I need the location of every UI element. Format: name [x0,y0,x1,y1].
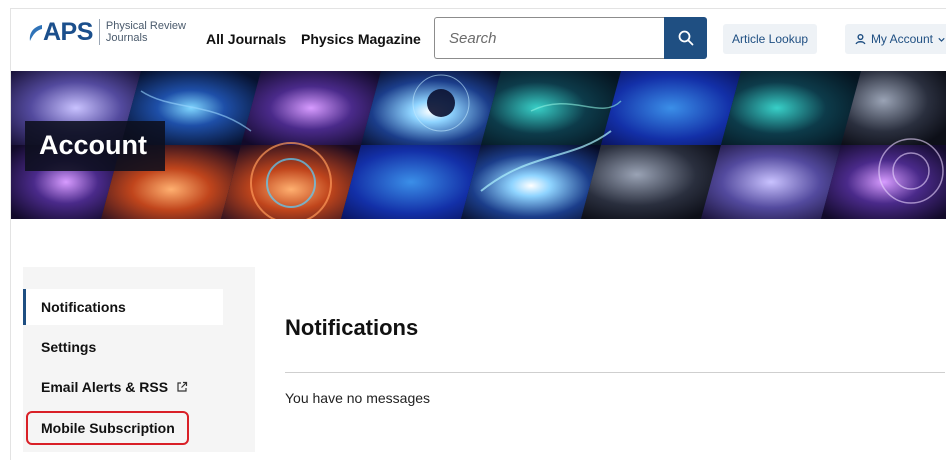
logo-swoosh-icon [29,25,42,41]
site-header: APS Physical Review Journals All Journal… [11,9,946,71]
section-title: Notifications [285,315,419,340]
logo-subtitle-line1: Physical Review [105,20,186,32]
my-account-label: My Account [870,32,933,46]
mobile-subscription-highlight [26,411,189,445]
user-icon [855,34,866,45]
empty-message: You have no messages [285,390,431,406]
sidebar-item-notifications[interactable]: Notifications [23,289,223,325]
page-title: Account [39,130,147,160]
sidebar-item-label: Email Alerts & RSS [41,379,169,395]
logo-text: APS [43,17,93,46]
logo-mark: APS [27,17,93,46]
sidebar-item-settings[interactable]: Settings [23,329,96,365]
page-frame: APS Physical Review Journals All Journal… [10,8,946,460]
external-link-icon [177,381,188,392]
nav-physics-magazine[interactable]: Physics Magazine [301,31,421,47]
account-banner: Account [11,71,946,219]
chevron-down-icon [938,37,945,42]
logo-divider [98,19,100,45]
search-icon [678,30,693,46]
section-divider [285,372,945,373]
search-input[interactable] [449,29,652,47]
search-button[interactable] [664,17,707,59]
logo-subtitle-line2: Journals [105,32,148,44]
sidebar-item-label: Settings [41,339,97,355]
logo-subtitle: Physical Review Journals [106,20,186,44]
article-lookup-button[interactable]: Article Lookup [723,24,818,54]
search-field[interactable] [434,17,666,59]
nav-all-journals[interactable]: All Journals [206,31,286,47]
my-account-button[interactable]: My Account [845,24,946,54]
aps-logo[interactable]: APS Physical Review Journals [27,19,186,45]
sidebar-item-label: Notifications [41,299,126,315]
sidebar-item-email-alerts-rss[interactable]: Email Alerts & RSS [23,369,188,405]
